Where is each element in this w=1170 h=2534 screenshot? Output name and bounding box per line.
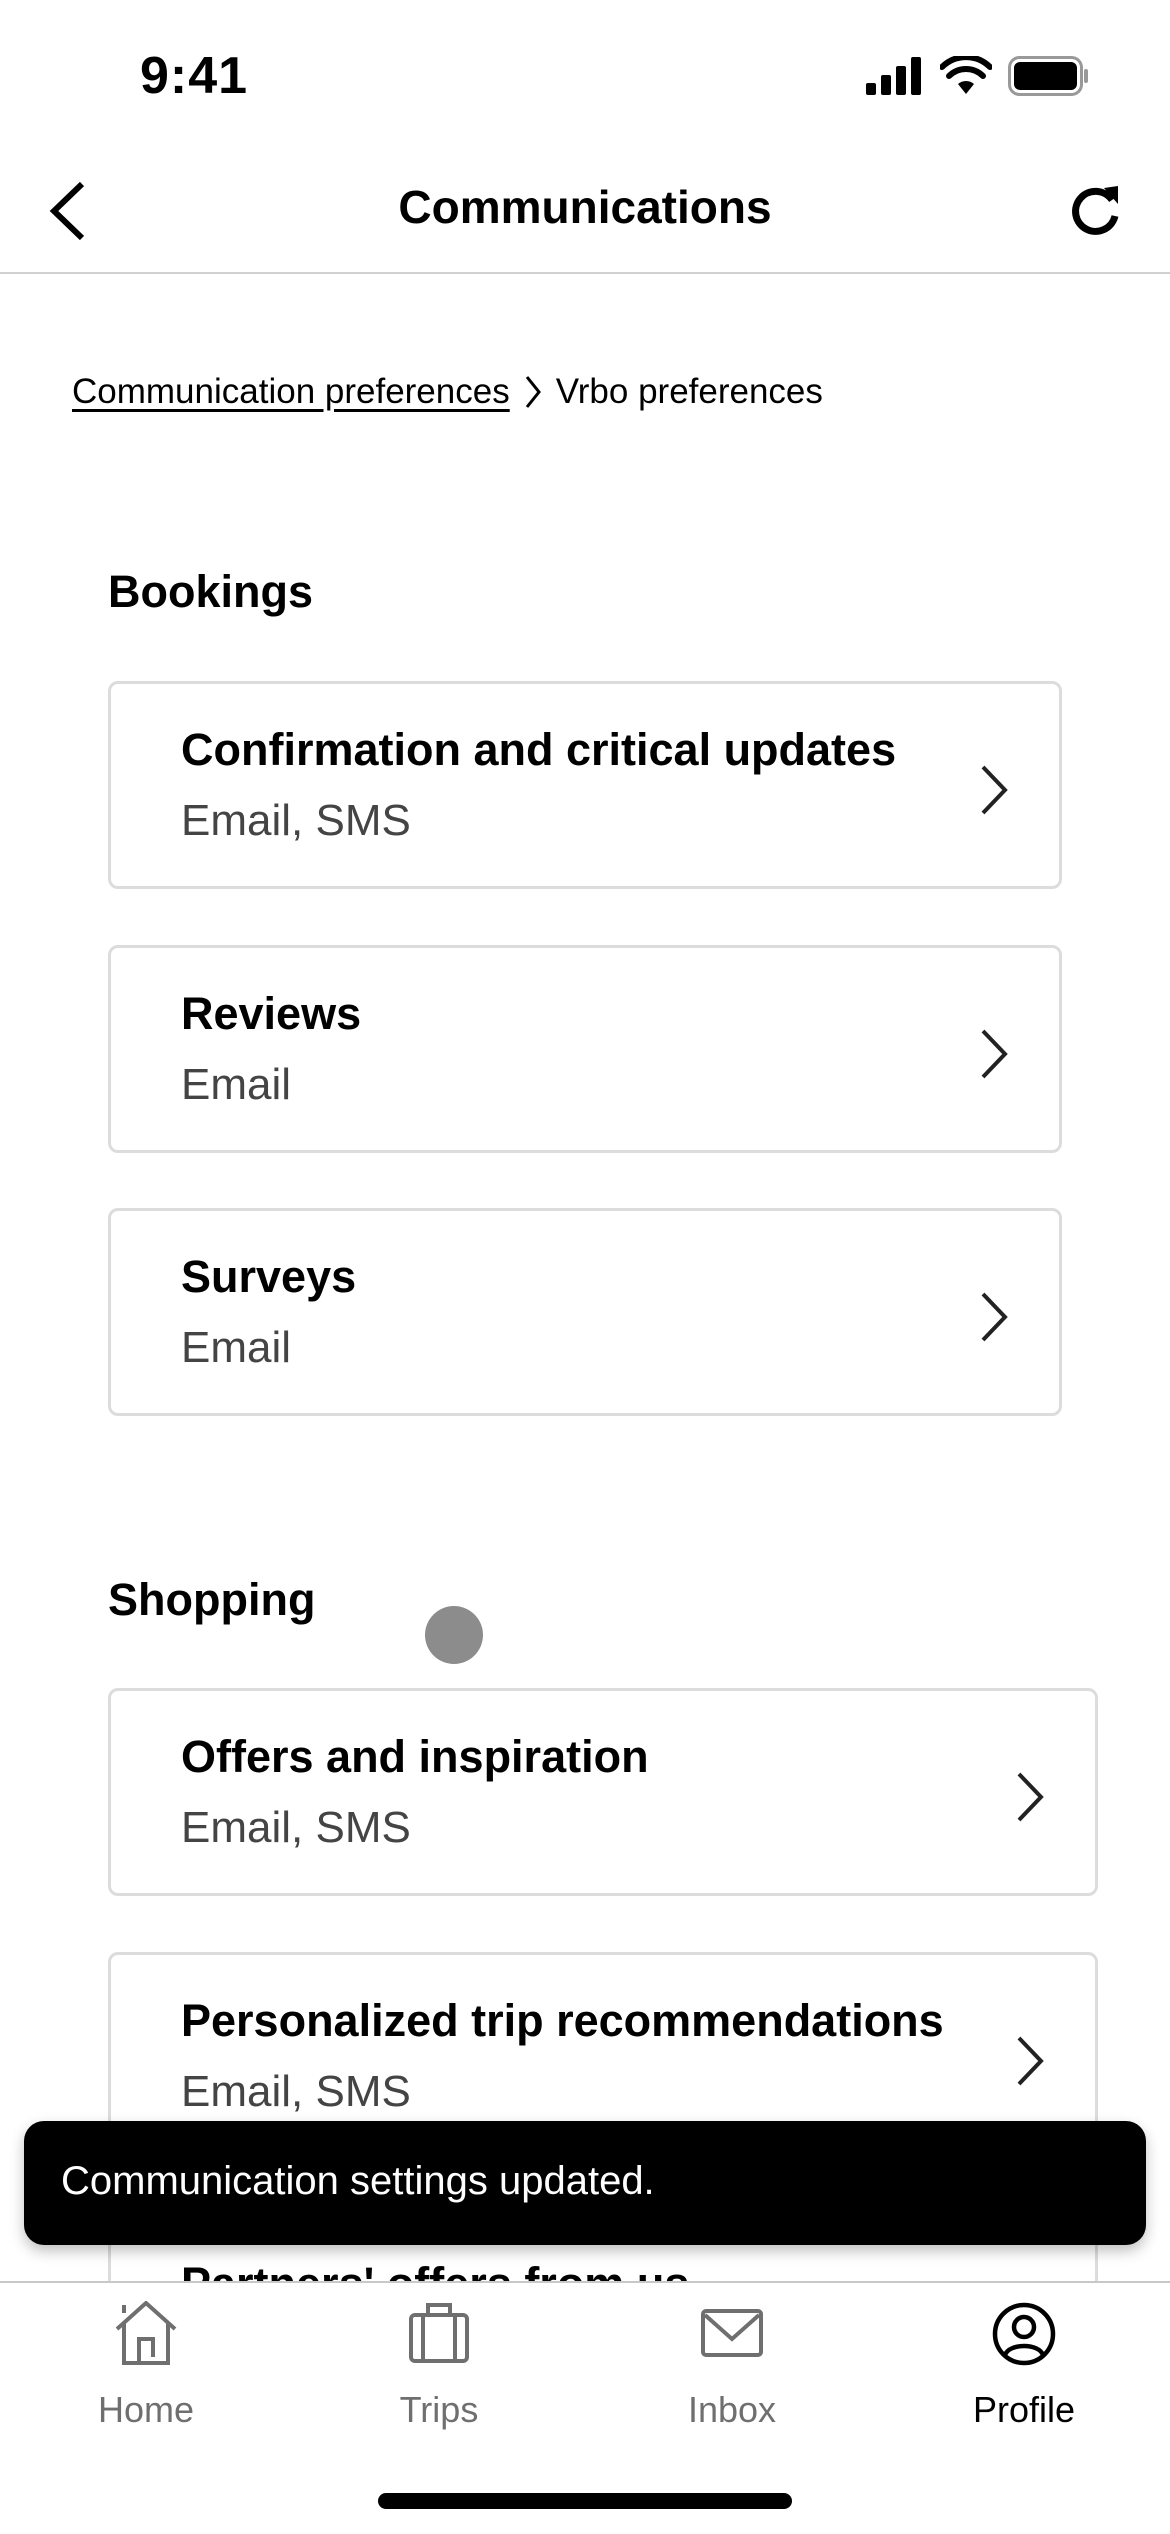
card-title: Reviews	[181, 988, 362, 1039]
chevron-right-icon	[981, 765, 1008, 815]
status-icons	[866, 56, 1090, 96]
chevron-right-icon	[1017, 1772, 1044, 1822]
breadcrumb-link-communication-preferences[interactable]: Communication preferences	[72, 372, 510, 412]
battery-icon	[1008, 56, 1088, 96]
refresh-button[interactable]	[1060, 176, 1130, 246]
card-channels: Email	[181, 1323, 292, 1372]
status-bar: 9:41	[0, 0, 1170, 150]
card-channels: Email, SMS	[181, 1803, 411, 1852]
tab-label: Profile	[972, 2389, 1076, 2430]
home-icon	[115, 2301, 177, 2365]
cellular-signal-icon	[866, 57, 921, 95]
toast-message: Communication settings updated.	[61, 2159, 655, 2203]
tab-label: Trips	[399, 2389, 479, 2430]
preference-card-confirmation[interactable]: Confirmation and critical updates Email,…	[108, 681, 1062, 889]
tab-label: Home	[97, 2389, 195, 2430]
card-title: Confirmation and critical updates	[181, 724, 897, 775]
section-title-shopping: Shopping	[108, 1574, 316, 1625]
preference-card-surveys[interactable]: Surveys Email	[108, 1208, 1062, 1416]
tab-label: Inbox	[687, 2389, 777, 2430]
profile-icon	[992, 2302, 1056, 2366]
card-title: Offers and inspiration	[181, 1731, 649, 1782]
status-time: 9:41	[140, 47, 249, 105]
navigation-bar: Communications	[0, 150, 1170, 274]
touch-indicator	[425, 1606, 483, 1664]
chevron-right-icon	[525, 376, 541, 408]
wifi-icon	[940, 56, 992, 94]
page-title: Communications	[398, 181, 772, 233]
card-channels: Email	[181, 1060, 292, 1109]
preference-card-offers[interactable]: Offers and inspiration Email, SMS	[108, 1688, 1098, 1896]
chevron-right-icon	[981, 1292, 1008, 1342]
toast-notification: Communication settings updated.	[24, 2121, 1146, 2245]
home-indicator	[378, 2493, 792, 2509]
card-channels: Email, SMS	[181, 2067, 411, 2116]
section-title-bookings: Bookings	[108, 566, 314, 617]
tab-home[interactable]: Home	[46, 2301, 246, 2431]
card-title: Surveys	[181, 1251, 357, 1302]
preference-card-reviews[interactable]: Reviews Email	[108, 945, 1062, 1153]
tab-profile[interactable]: Profile	[924, 2301, 1124, 2431]
refresh-icon	[1072, 186, 1119, 235]
tab-trips[interactable]: Trips	[339, 2301, 539, 2431]
tab-inbox[interactable]: Inbox	[632, 2301, 832, 2431]
breadcrumb-current: Vrbo preferences	[555, 372, 823, 411]
card-channels: Email, SMS	[181, 796, 411, 845]
mail-icon	[701, 2309, 763, 2357]
chevron-right-icon	[1017, 2036, 1044, 2086]
suitcase-icon	[409, 2303, 469, 2363]
chevron-right-icon	[981, 1029, 1008, 1079]
breadcrumb: Communication preferences Vrbo preferenc…	[72, 372, 823, 412]
card-title: Personalized trip recommendations	[181, 1995, 944, 2046]
